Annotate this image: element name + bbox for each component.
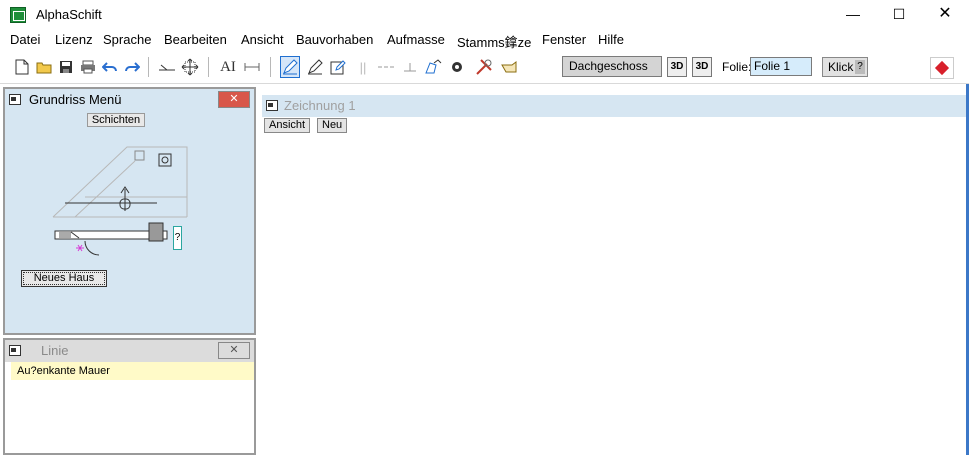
menu-hilfe[interactable]: Hilfe xyxy=(598,32,624,47)
maximize-button[interactable]: ☐ xyxy=(876,0,922,30)
menu-stammsaetze[interactable]: Stamms鎿ze xyxy=(457,32,531,51)
title-bar: AlphaSchift — ☐ ✕ xyxy=(0,0,969,30)
open-folder-icon[interactable] xyxy=(34,56,54,78)
panel-window-icon xyxy=(9,345,21,356)
measure-line-icon[interactable] xyxy=(157,56,177,78)
new-file-icon[interactable] xyxy=(12,56,32,78)
tools-icon[interactable] xyxy=(474,56,494,78)
menu-ansicht[interactable]: Ansicht xyxy=(241,32,284,47)
drawing-title: Zeichnung 1 xyxy=(284,98,356,113)
grundriss-title: Grundriss Menü xyxy=(29,92,122,107)
sketch-help-icon[interactable]: ? xyxy=(173,226,182,250)
list-item[interactable]: Au?enkante Mauer xyxy=(11,362,254,380)
shape-tool-icon[interactable] xyxy=(423,56,443,78)
drawing-canvas[interactable] xyxy=(262,117,966,455)
linie-panel: Linie ✕ Au?enkante Mauer xyxy=(3,338,256,455)
menu-datei[interactable]: Datei xyxy=(10,32,40,47)
edit-box-icon[interactable] xyxy=(328,56,348,78)
undo-icon[interactable] xyxy=(100,56,120,78)
menu-lizenz[interactable]: Lizenz xyxy=(55,32,93,47)
linie-title-bar[interactable]: Linie ✕ xyxy=(5,340,254,362)
toolbar-separator xyxy=(270,57,271,77)
toolbar-separator xyxy=(148,57,149,77)
menu-sprache[interactable]: Sprache xyxy=(103,32,151,47)
help-question-icon[interactable]: ? xyxy=(855,60,865,74)
minimize-button[interactable]: — xyxy=(830,0,876,30)
ansicht-button[interactable]: Ansicht xyxy=(264,118,311,133)
perpendicular-icon[interactable] xyxy=(400,56,420,78)
neu-button[interactable]: Neu xyxy=(317,118,348,133)
move-arrows-icon[interactable] xyxy=(180,56,200,78)
settings-gear-icon[interactable] xyxy=(447,56,467,78)
pencil-draw-icon[interactable] xyxy=(280,56,300,78)
menu-aufmasse[interactable]: Aufmasse xyxy=(387,32,445,47)
linie-close-button[interactable]: ✕ xyxy=(218,342,250,359)
view-3d-button[interactable]: 3D xyxy=(667,57,687,77)
red-diamond-icon[interactable] xyxy=(930,57,954,79)
grundriss-close-button[interactable]: ✕ xyxy=(218,91,250,108)
pen-edit-icon[interactable] xyxy=(305,56,325,78)
drawing-title-bar[interactable]: Zeichnung 1 xyxy=(262,95,966,117)
parallel-icon[interactable]: || xyxy=(353,56,373,78)
drawing-window-icon xyxy=(266,100,278,111)
grundriss-menu-panel: Grundriss Menü ✕ Schichten ? Neues Haus xyxy=(3,87,256,335)
redo-icon[interactable] xyxy=(122,56,142,78)
toolbar: AI || Dachgeschoss 3D 3D Folie: Folie 1 … xyxy=(0,51,969,84)
view-3d-alt-button[interactable]: 3D xyxy=(692,57,712,77)
klick-label: Klick xyxy=(828,60,854,74)
close-window-button[interactable]: ✕ xyxy=(922,0,968,30)
dash-line-icon[interactable] xyxy=(376,56,396,78)
schichten-button[interactable]: Schichten xyxy=(87,113,145,127)
folie-field[interactable]: Folie 1 xyxy=(750,57,812,76)
app-logo-icon xyxy=(10,7,26,23)
hand-pointer-icon[interactable] xyxy=(500,56,520,78)
menu-bauvorhaben[interactable]: Bauvorhaben xyxy=(296,32,373,47)
menu-fenster[interactable]: Fenster xyxy=(542,32,586,47)
neues-haus-button[interactable]: Neues Haus xyxy=(21,270,107,287)
print-icon[interactable] xyxy=(78,56,98,78)
menu-bar: Datei Lizenz Sprache Bearbeiten Ansicht … xyxy=(0,30,969,50)
menu-bearbeiten[interactable]: Bearbeiten xyxy=(164,32,227,47)
toolbar-separator xyxy=(208,57,209,77)
linie-title: Linie xyxy=(41,343,69,358)
dimension-icon[interactable] xyxy=(242,56,262,78)
panel-window-icon xyxy=(9,94,21,105)
grundriss-title-bar[interactable]: Grundriss Menü ✕ xyxy=(5,89,254,111)
text-tool-icon[interactable]: AI xyxy=(218,56,238,78)
klick-button[interactable]: Klick ? xyxy=(822,57,868,77)
save-icon[interactable] xyxy=(56,56,76,78)
folie-label: Folie: xyxy=(722,60,752,74)
app-title: AlphaSchift xyxy=(36,7,102,22)
floor-selector[interactable]: Dachgeschoss xyxy=(562,56,662,77)
